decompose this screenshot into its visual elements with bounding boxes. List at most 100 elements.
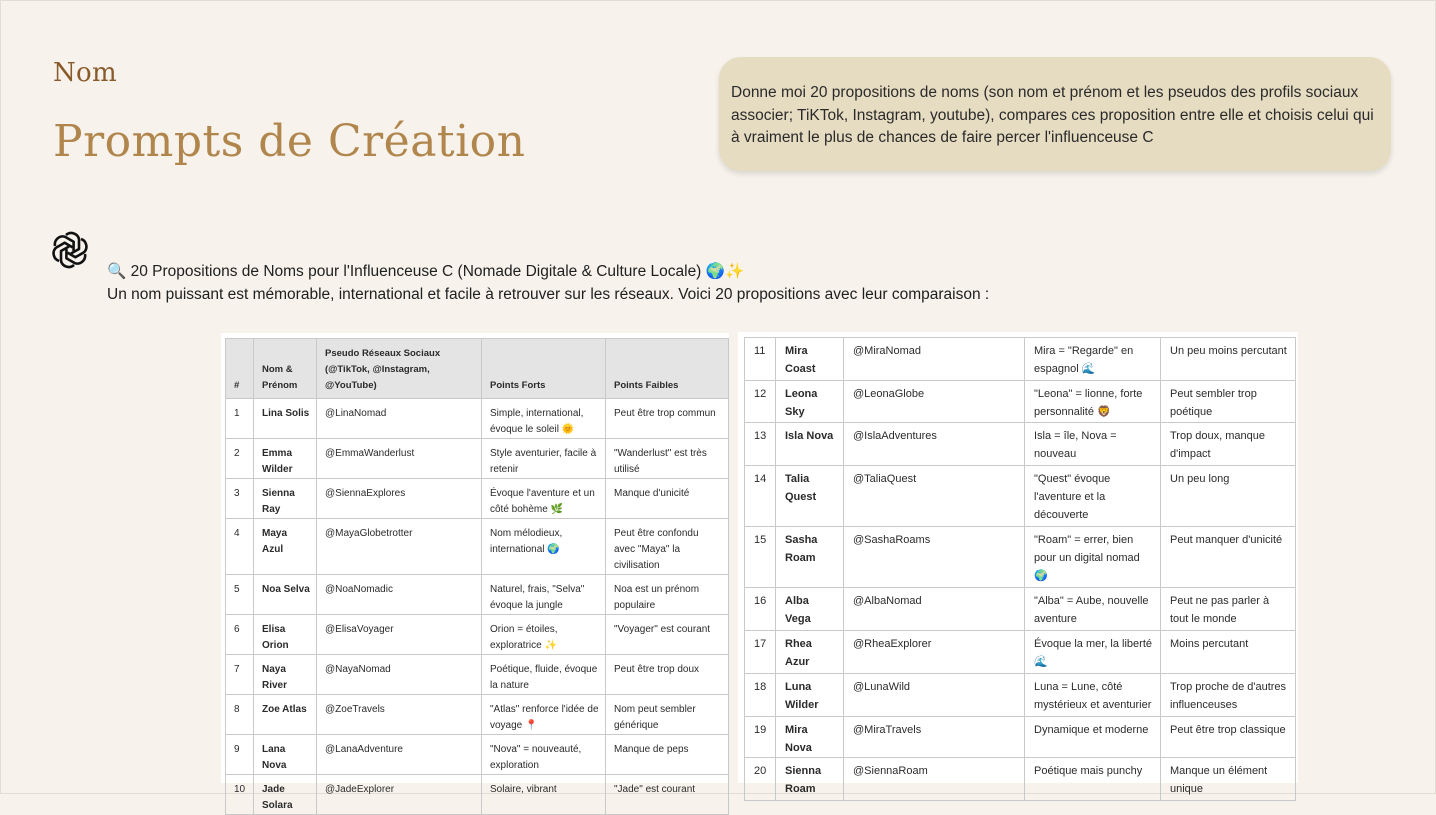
cell-handle: @EmmaWanderlust xyxy=(316,438,482,479)
table-row: 9 Lana Nova @LanaAdventure "Nova" = nouveau… xyxy=(225,734,729,775)
page-title: Prompts de Création xyxy=(53,116,526,167)
cell-weaknesses: Manque un élément unique xyxy=(1160,757,1296,801)
comparison-table-part-1: # Nom & Prénom Pseudo Réseaux Sociaux (@… xyxy=(221,333,729,815)
cell-handle: @ElisaVoyager xyxy=(316,614,482,655)
cell-weaknesses: Manque de peps xyxy=(605,734,729,775)
cell-strengths: "Quest" évoque l'aventure et la découver… xyxy=(1024,465,1161,527)
cell-number: 11 xyxy=(744,337,776,381)
cell-weaknesses: "Wanderlust" est très utilisé xyxy=(605,438,729,479)
cell-name: Zoe Atlas xyxy=(253,694,317,735)
table-row: 17 Rhea Azur @RheaExplorer Évoque la mer, l… xyxy=(744,630,1296,674)
cell-number: 6 xyxy=(225,614,254,655)
header-handle: Pseudo Réseaux Sociaux (@TikTok, @Instag… xyxy=(316,338,482,399)
cell-handle: @SashaRoams xyxy=(843,526,1025,588)
cell-name: Elisa Orion xyxy=(253,614,317,655)
header-weaknesses: Points Faibles xyxy=(605,338,729,399)
cell-name: Alba Vega xyxy=(775,587,844,631)
response-heading: 🔍 20 Propositions de Noms pour l'Influen… xyxy=(107,260,744,283)
cell-weaknesses: Peut sembler trop poétique xyxy=(1160,380,1296,423)
cell-handle: @TaliaQuest xyxy=(843,465,1025,527)
table-row: 3 Sienna Ray @SiennaExplores Évoque l'avent… xyxy=(225,478,729,519)
cell-handle: @JadeExplorer xyxy=(316,774,482,815)
table-row: 2 Emma Wilder @EmmaWanderlust Style aventur… xyxy=(225,438,729,479)
table-row: 20 Sienna Roam @SiennaRoam Poétique mais pu… xyxy=(744,757,1296,801)
cell-handle: @IslaAdventures xyxy=(843,422,1025,466)
cell-weaknesses: Trop proche de d'autres influenceuses xyxy=(1160,673,1296,717)
cell-name: Sienna Roam xyxy=(775,757,844,801)
cell-name: Isla Nova xyxy=(775,422,844,466)
table-row: 16 Alba Vega @AlbaNomad "Alba" = Aube, nouv… xyxy=(744,587,1296,631)
cell-handle: @MayaGlobetrotter xyxy=(316,518,482,575)
cell-weaknesses: Peut être trop commun xyxy=(605,398,729,439)
cell-handle: @RheaExplorer xyxy=(843,630,1025,674)
cell-handle: @MiraTravels xyxy=(843,716,1025,758)
cell-name: Talia Quest xyxy=(775,465,844,527)
cell-strengths: Évoque la mer, la liberté 🌊 xyxy=(1024,630,1161,674)
table-row: 12 Leona Sky @LeonaGlobe "Leona" = lionne, … xyxy=(744,380,1296,423)
cell-strengths: "Atlas" renforce l'idée de voyage 📍 xyxy=(481,694,606,735)
magnifier-icon: 🔍 xyxy=(107,262,127,280)
cell-name: Naya River xyxy=(253,654,317,695)
cell-number: 10 xyxy=(225,774,254,815)
table-row: 15 Sasha Roam @SashaRoams "Roam" = errer, b… xyxy=(744,526,1296,588)
cell-strengths: Solaire, vibrant xyxy=(481,774,606,815)
cell-handle: @SiennaExplores xyxy=(316,478,482,519)
response-heading-text: 20 Propositions de Noms pour l'Influence… xyxy=(130,263,702,280)
cell-handle: @MiraNomad xyxy=(843,337,1025,381)
cell-number: 14 xyxy=(744,465,776,527)
cell-number: 19 xyxy=(744,716,776,758)
cell-weaknesses: Trop doux, manque d'impact xyxy=(1160,422,1296,466)
cell-weaknesses: Un peu long xyxy=(1160,465,1296,527)
cell-handle: @LunaWild xyxy=(843,673,1025,717)
table-row: 13 Isla Nova @IslaAdventures Isla = île, No… xyxy=(744,422,1296,466)
cell-strengths: Dynamique et moderne xyxy=(1024,716,1161,758)
cell-weaknesses: Noa est un prénom populaire xyxy=(605,574,729,615)
cell-name: Luna Wilder xyxy=(775,673,844,717)
cell-number: 2 xyxy=(225,438,254,479)
cell-number: 17 xyxy=(744,630,776,674)
cell-weaknesses: Moins percutant xyxy=(1160,630,1296,674)
cell-weaknesses: Peut être confondu avec "Maya" la civili… xyxy=(605,518,729,575)
cell-strengths: Orion = étoiles, exploratrice ✨ xyxy=(481,614,606,655)
cell-strengths: Poétique mais punchy xyxy=(1024,757,1161,801)
cell-strengths: "Alba" = Aube, nouvelle aventure xyxy=(1024,587,1161,631)
names-table-right: 11 Mira Coast @MiraNomad Mira = "Regarde" e… xyxy=(744,337,1296,801)
cell-weaknesses: Peut ne pas parler à tout le monde xyxy=(1160,587,1296,631)
cell-name: Sienna Ray xyxy=(253,478,317,519)
table-row: 18 Luna Wilder @LunaWild Luna = Lune, côté … xyxy=(744,673,1296,717)
cell-handle: @LeonaGlobe xyxy=(843,380,1025,423)
table-row: 14 Talia Quest @TaliaQuest "Quest" évoque l… xyxy=(744,465,1296,527)
table-row: 4 Maya Azul @MayaGlobetrotter Nom mélodieux… xyxy=(225,518,729,575)
cell-handle: @ZoeTravels xyxy=(316,694,482,735)
cell-weaknesses: Peut être trop classique xyxy=(1160,716,1296,758)
table-row: 7 Naya River @NayaNomad Poétique, fluide, é… xyxy=(225,654,729,695)
names-table-left: # Nom & Prénom Pseudo Réseaux Sociaux (@… xyxy=(225,338,729,815)
cell-strengths: Naturel, frais, "Selva" évoque la jungle xyxy=(481,574,606,615)
cell-weaknesses: Nom peut sembler générique xyxy=(605,694,729,735)
cell-weaknesses: Manque d'unicité xyxy=(605,478,729,519)
cell-number: 13 xyxy=(744,422,776,466)
cell-weaknesses: Peut être trop doux xyxy=(605,654,729,695)
cell-name: Lina Solis xyxy=(253,398,317,439)
header-strengths: Points Forts xyxy=(481,338,606,399)
cell-strengths: Nom mélodieux, international 🌍 xyxy=(481,518,606,575)
section-kicker: Nom xyxy=(53,58,117,88)
cell-strengths: Luna = Lune, côté mystérieux et aventuri… xyxy=(1024,673,1161,717)
cell-name: Emma Wilder xyxy=(253,438,317,479)
table-row: 8 Zoe Atlas @ZoeTravels "Atlas" renforce l'… xyxy=(225,694,729,735)
cell-handle: @AlbaNomad xyxy=(843,587,1025,631)
cell-strengths: "Nova" = nouveauté, exploration xyxy=(481,734,606,775)
comparison-table-part-2: 11 Mira Coast @MiraNomad Mira = "Regarde" e… xyxy=(738,332,1298,801)
cell-number: 20 xyxy=(744,757,776,801)
cell-strengths: Évoque l'aventure et un côté bohème 🌿 xyxy=(481,478,606,519)
cell-name: Maya Azul xyxy=(253,518,317,575)
cell-number: 5 xyxy=(225,574,254,615)
cell-strengths: "Leona" = lionne, forte personnalité 🦁 xyxy=(1024,380,1161,423)
table-header-row: # Nom & Prénom Pseudo Réseaux Sociaux (@… xyxy=(225,338,729,399)
cell-number: 7 xyxy=(225,654,254,695)
cell-strengths: "Roam" = errer, bien pour un digital nom… xyxy=(1024,526,1161,588)
cell-strengths: Simple, international, évoque le soleil … xyxy=(481,398,606,439)
cell-name: Rhea Azur xyxy=(775,630,844,674)
cell-name: Mira Coast xyxy=(775,337,844,381)
cell-number: 3 xyxy=(225,478,254,519)
